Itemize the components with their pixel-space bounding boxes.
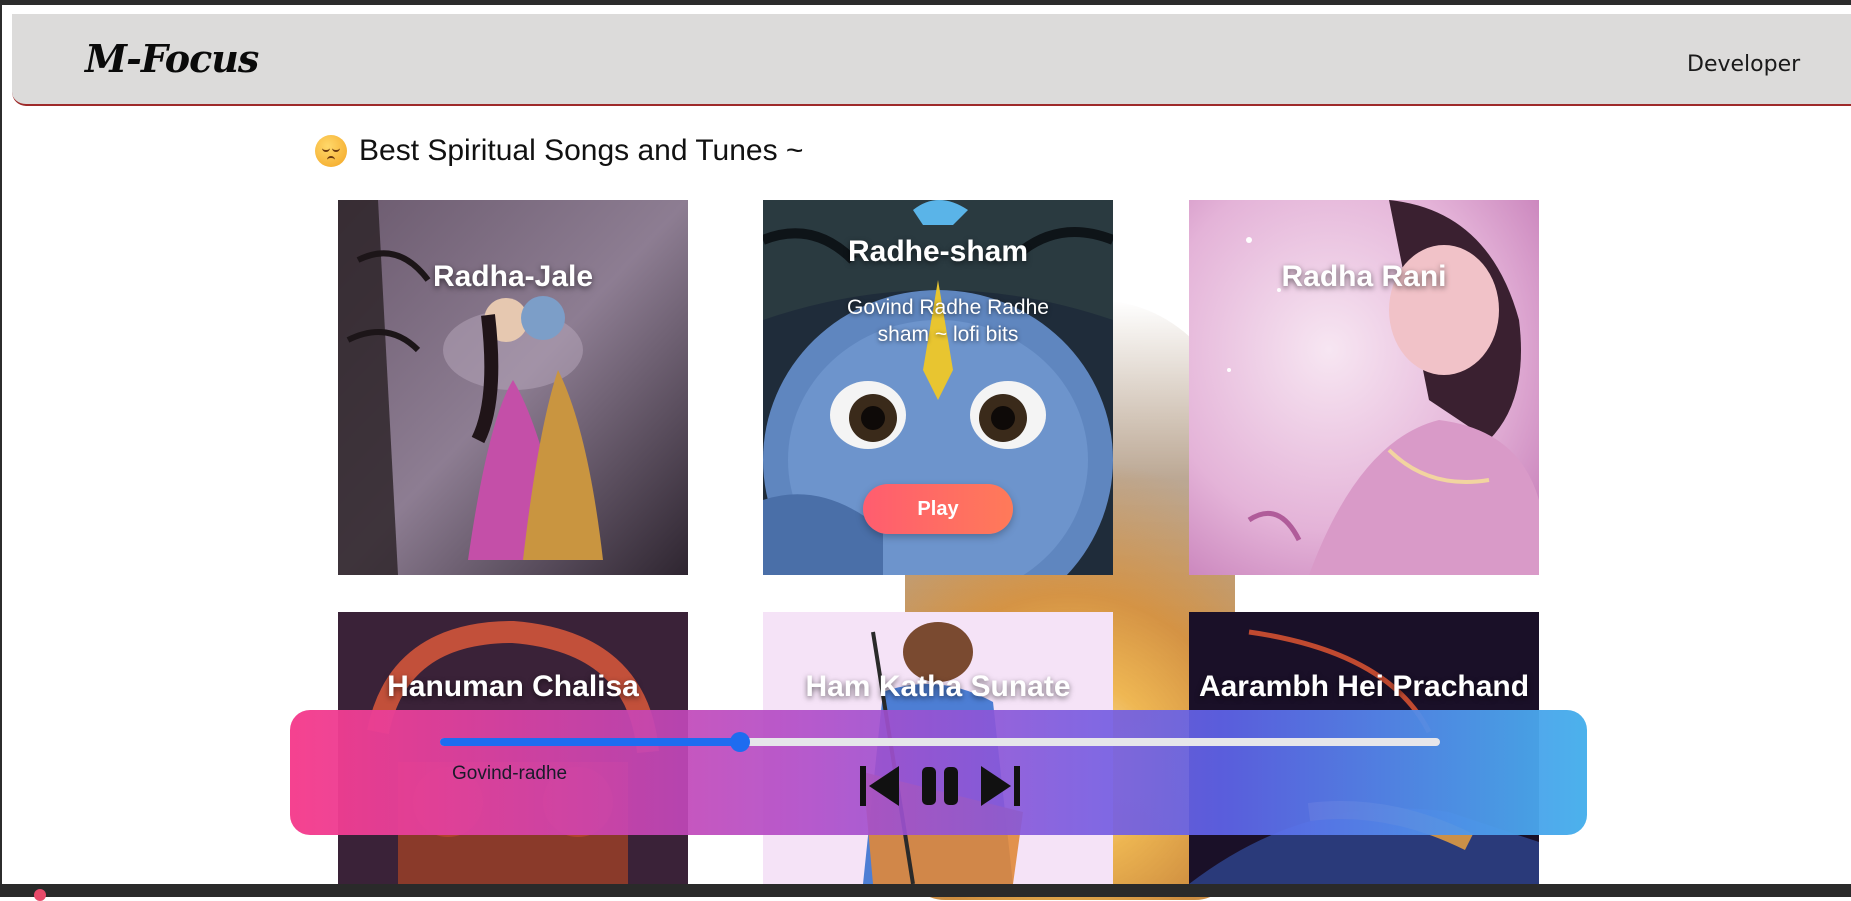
song-card-radhe-sham[interactable]: Radhe-sham Govind Radhe Radhe sham ~ lof…	[763, 200, 1113, 575]
taskbar	[0, 884, 1851, 897]
skip-next-icon[interactable]	[976, 762, 1024, 810]
current-track-name: Govind-radhe	[452, 763, 568, 784]
brand-logo[interactable]: M-Focus	[85, 36, 259, 81]
skip-previous-icon[interactable]	[856, 762, 904, 810]
play-button[interactable]: Play	[863, 484, 1013, 534]
section-title: Best Spiritual Songs and Tunes ~	[315, 134, 803, 168]
music-player: Govind-radhe	[290, 710, 1587, 835]
card-artwork	[1189, 200, 1539, 575]
card-title: Radha-Jale	[432, 260, 594, 293]
window-top-border	[0, 0, 1851, 5]
card-title: Hanuman Chalisa	[387, 670, 639, 703]
relieved-face-icon	[315, 135, 347, 167]
window-left-border	[0, 5, 2, 885]
card-title: Radhe-sham	[847, 235, 1029, 268]
playback-controls	[856, 762, 1024, 810]
card-title: Aarambh Hei Prachand	[1198, 670, 1530, 703]
progress-bar[interactable]	[440, 732, 1440, 752]
section-title-text: Best Spiritual Songs and Tunes ~	[359, 134, 804, 167]
taskbar-indicator	[34, 889, 46, 901]
progress-fill	[440, 738, 740, 746]
nav-developer-link[interactable]: Developer	[1687, 52, 1800, 77]
card-title: Radha Rani	[1281, 260, 1447, 293]
song-card-radha-rani[interactable]: Radha Rani	[1189, 200, 1539, 575]
song-card-radha-jale[interactable]: Radha-Jale	[338, 200, 688, 575]
progress-handle[interactable]	[730, 732, 750, 752]
card-artwork	[338, 200, 688, 575]
card-subtitle: Govind Radhe Radhe sham ~ lofi bits	[847, 296, 1049, 346]
navbar: M-Focus Developer	[12, 14, 1851, 106]
card-title: Ham Katha Sunate	[805, 670, 1071, 703]
pause-icon[interactable]	[916, 762, 964, 810]
